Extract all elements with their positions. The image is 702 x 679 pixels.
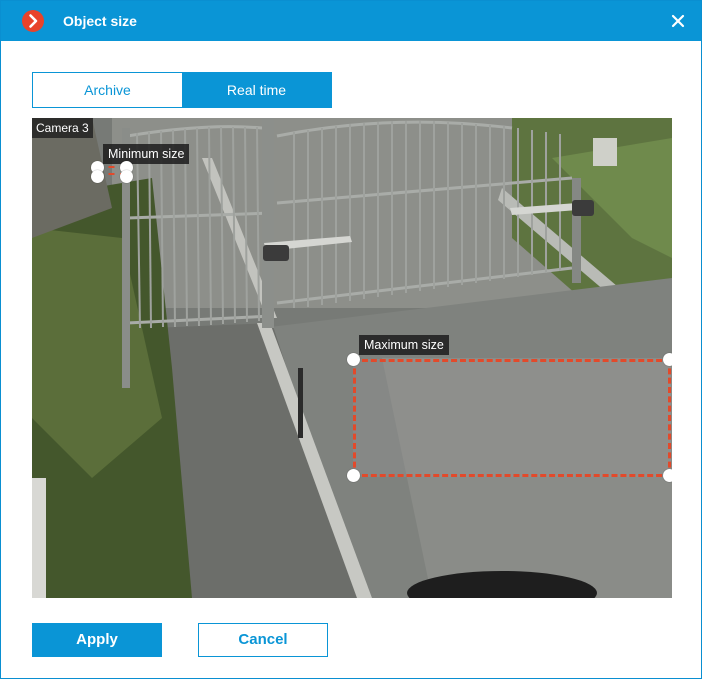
maximum-size-region[interactable] bbox=[353, 359, 671, 477]
maximum-size-handle-bottom-left[interactable] bbox=[347, 469, 360, 482]
object-size-dialog: Object size Archive Real time Camera 3 M… bbox=[0, 0, 702, 679]
title-bar: Object size bbox=[1, 1, 701, 41]
mode-tabs: Archive Real time bbox=[32, 72, 332, 108]
minimum-size-handle-bottom-left[interactable] bbox=[91, 170, 104, 183]
maximum-size-label: Maximum size bbox=[359, 335, 449, 355]
close-button[interactable] bbox=[668, 11, 688, 31]
tab-archive[interactable]: Archive bbox=[33, 73, 182, 107]
close-icon bbox=[671, 14, 685, 28]
minimum-size-handle-bottom-right[interactable] bbox=[120, 170, 133, 183]
maximum-size-handle-bottom-right[interactable] bbox=[663, 469, 672, 482]
camera-view[interactable]: Camera 3 Minimum size Maximum size bbox=[32, 118, 672, 598]
maximum-size-handle-top-left[interactable] bbox=[347, 353, 360, 366]
app-logo-icon bbox=[22, 10, 44, 32]
maximum-size-handle-top-right[interactable] bbox=[663, 353, 672, 366]
camera-name-label: Camera 3 bbox=[32, 118, 93, 138]
apply-button[interactable]: Apply bbox=[32, 623, 162, 657]
cancel-button[interactable]: Cancel bbox=[198, 623, 328, 657]
tab-real-time[interactable]: Real time bbox=[182, 73, 331, 107]
dialog-title: Object size bbox=[63, 13, 137, 29]
minimum-size-label: Minimum size bbox=[103, 144, 190, 164]
